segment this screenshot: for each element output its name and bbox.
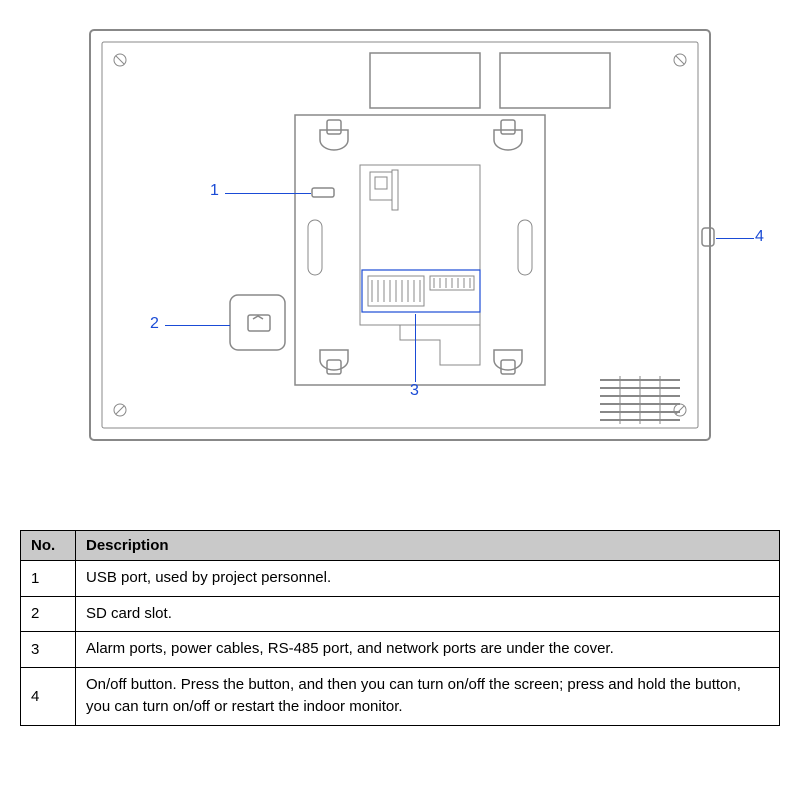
- callout-4-line: [716, 238, 754, 239]
- table-row: 1 USB port, used by project personnel.: [21, 561, 780, 597]
- row-desc: USB port, used by project personnel.: [76, 561, 780, 597]
- rear-panel-diagram: 1 2 3 4: [30, 20, 770, 500]
- row-desc: Alarm ports, power cables, RS-485 port, …: [76, 632, 780, 668]
- row-no: 4: [21, 667, 76, 725]
- table-row: 4 On/off button. Press the button, and t…: [21, 667, 780, 725]
- device-rear-svg: [80, 20, 720, 450]
- row-desc: SD card slot.: [76, 596, 780, 632]
- row-no: 3: [21, 632, 76, 668]
- callout-4-label: 4: [755, 228, 764, 246]
- callout-2-line: [165, 325, 230, 326]
- table-row: 2 SD card slot.: [21, 596, 780, 632]
- callout-1-line: [225, 193, 311, 194]
- table-row: 3 Alarm ports, power cables, RS-485 port…: [21, 632, 780, 668]
- callout-1-label: 1: [210, 182, 219, 200]
- header-no: No.: [21, 531, 76, 561]
- description-table: No. Description 1 USB port, used by proj…: [20, 530, 780, 726]
- header-description: Description: [76, 531, 780, 561]
- row-desc: On/off button. Press the button, and the…: [76, 667, 780, 725]
- table-header-row: No. Description: [21, 531, 780, 561]
- callout-2-label: 2: [150, 315, 159, 333]
- callout-3-line: [415, 314, 416, 382]
- row-no: 1: [21, 561, 76, 597]
- callout-3-label: 3: [410, 382, 419, 400]
- row-no: 2: [21, 596, 76, 632]
